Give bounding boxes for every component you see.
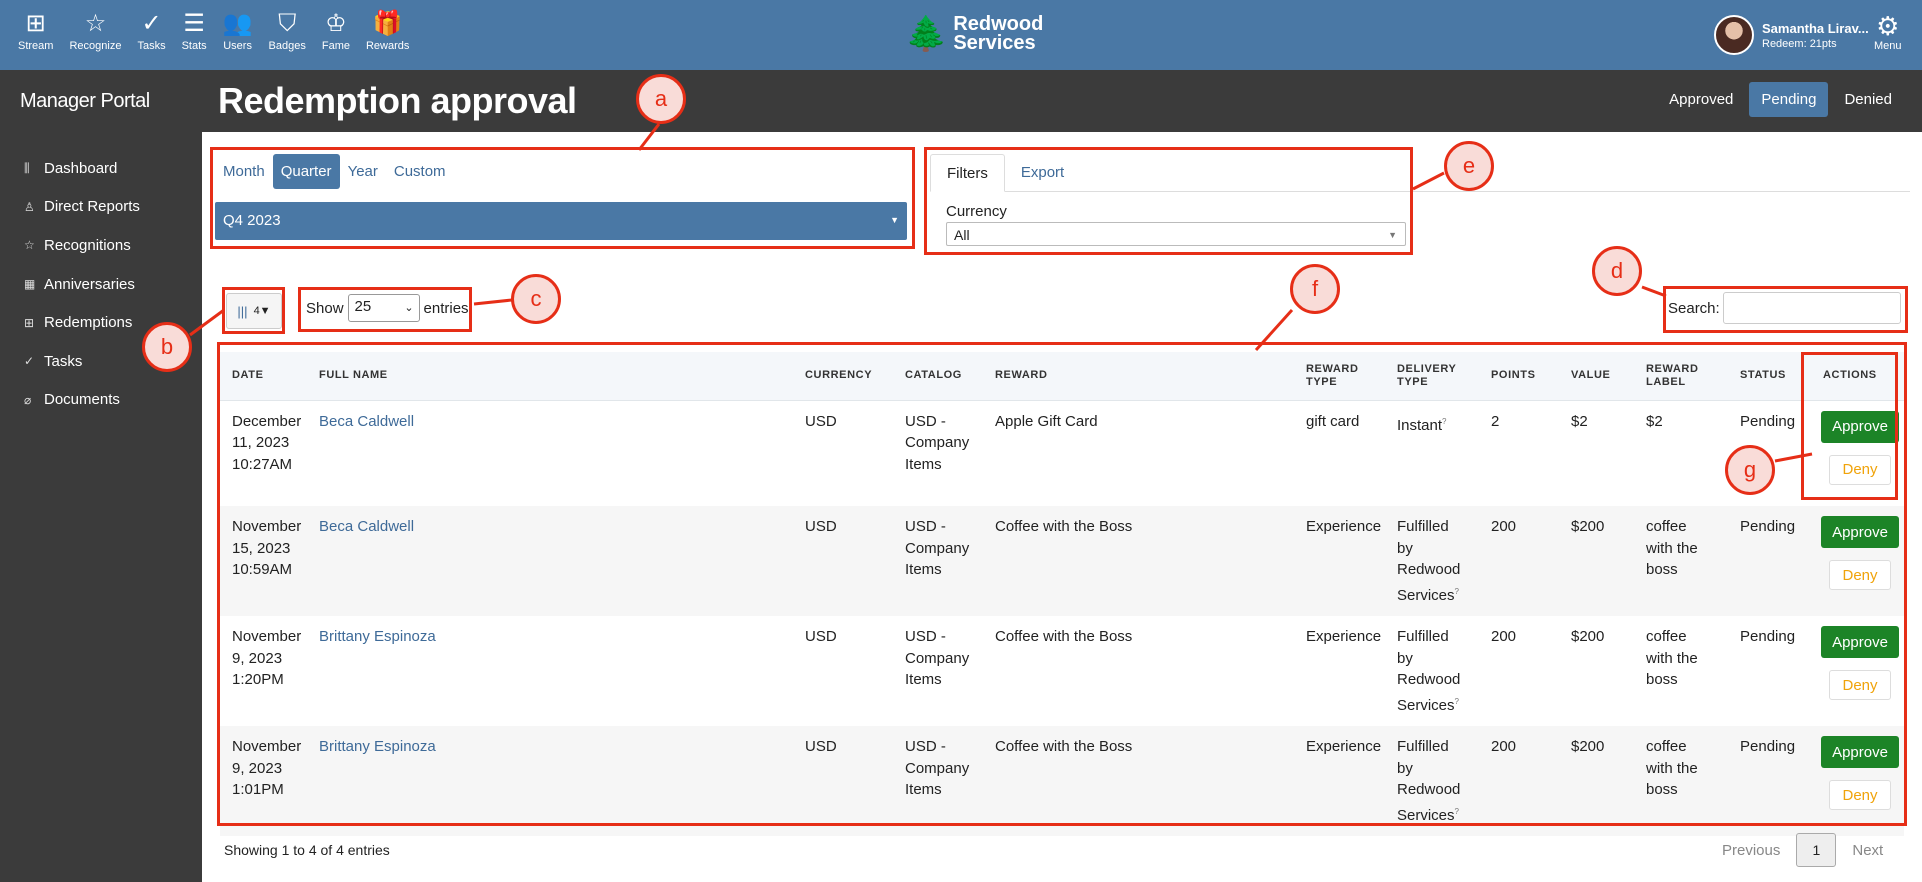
next-page-link[interactable]: Next (1836, 842, 1899, 859)
annotation-marker-e: e (1444, 141, 1494, 191)
pagination: Previous 1 Next (1706, 833, 1899, 867)
tab-pending[interactable]: Pending (1749, 82, 1829, 117)
sidebar: Manager Portal ⫼ Dashboard ♙ Direct Reports… (0, 70, 202, 882)
sidebar-item-dashboard[interactable]: ⫼ Dashboard (24, 149, 140, 188)
nav-item-tasks[interactable]: ✓ Tasks (129, 10, 173, 52)
award-icon: ♔ (325, 10, 347, 37)
user-name: Samantha Lirav... (1762, 20, 1869, 36)
tab-approved[interactable]: Approved (1657, 82, 1745, 117)
annotation-box-e (924, 147, 1413, 255)
sidebar-item-recognitions[interactable]: ☆ Recognitions (24, 226, 140, 265)
sidebar-item-redemptions[interactable]: ⊞ Redemptions (24, 303, 140, 342)
nav-item-label: Users (223, 40, 252, 52)
nav-item-badges[interactable]: ⛉ Badges (261, 10, 314, 52)
gift-icon: 🎁 (372, 10, 403, 37)
annotation-box-g (1801, 352, 1898, 500)
annotation-marker-f: f (1290, 264, 1340, 314)
sidebar-item-label: Redemptions (44, 314, 133, 332)
nav-item-stats[interactable]: ☰ Stats (174, 10, 215, 52)
page-1-button[interactable]: 1 (1796, 833, 1837, 867)
star-icon: ☆ (24, 238, 35, 253)
top-nav: ⊞ Stream ☆ Recognize ✓ Tasks ☰ Stats 👥 Users ⛉ Badg… (10, 10, 417, 52)
nav-item-label: Fame (321, 40, 350, 52)
portal-title: Manager Portal (20, 90, 150, 112)
annotation-marker-d: d (1592, 246, 1642, 296)
sidebar-item-label: Recognitions (44, 236, 131, 254)
page-header: Redemption approval Approved Pending Denie… (202, 70, 1922, 132)
sidebar-item-direct-reports[interactable]: ♙ Direct Reports (24, 188, 140, 227)
status-tabs: Approved Pending Denied (1653, 82, 1904, 117)
grid-icon: ⊞ (25, 10, 46, 37)
user-points: Redeem: 21pts (1762, 37, 1837, 50)
menu-label: Menu (1874, 40, 1902, 52)
nav-item-rewards[interactable]: 🎁 Rewards (358, 10, 417, 52)
annotation-marker-c: c (511, 274, 561, 324)
list-icon: ☰ (183, 10, 205, 37)
shield-icon: ⛉ (278, 10, 297, 37)
sidebar-item-anniversaries[interactable]: ▦ Anniversaries (24, 265, 140, 304)
users-icon: 👥 (222, 10, 253, 37)
table-info: Showing 1 to 4 of 4 entries (224, 842, 390, 858)
sidebar-item-documents[interactable]: ⌀ Documents (24, 381, 140, 420)
nav-item-stream[interactable]: ⊞ Stream (10, 10, 61, 52)
nav-item-recognize[interactable]: ☆ Recognize (61, 10, 129, 52)
nav-item-label: Recognize (69, 40, 122, 52)
avatar[interactable] (1714, 15, 1754, 55)
top-bar: ⊞ Stream ☆ Recognize ✓ Tasks ☰ Stats 👥 Users ⛉ Badg… (0, 0, 1922, 70)
sidebar-item-label: Documents (44, 391, 120, 409)
page-title: Redemption approval (218, 80, 577, 121)
nav-item-label: Badges (268, 40, 306, 52)
star-icon: ☆ (84, 10, 107, 37)
sidebar-item-label: Direct Reports (44, 198, 140, 216)
bar-chart-icon: ⫼ (24, 160, 30, 175)
brand-logo[interactable]: 🌲 Redwood Services (905, 14, 1043, 54)
sidebar-item-tasks[interactable]: ✓ Tasks (24, 342, 140, 381)
nav-item-label: Stats (181, 40, 207, 52)
nav-item-label: Tasks (137, 40, 166, 52)
user-icon: ♙ (24, 199, 35, 214)
nav-item-users[interactable]: 👥 Users (215, 10, 261, 52)
brand-line-2: Services (953, 32, 1036, 54)
previous-page-link[interactable]: Previous (1706, 842, 1796, 859)
user-profile[interactable]: Samantha Lirav... Redeem: 21pts (1714, 15, 1869, 55)
annotation-box-a (210, 147, 915, 249)
paperclip-icon: ⌀ (24, 392, 32, 407)
annotation-box-c (298, 287, 472, 332)
tab-denied[interactable]: Denied (1832, 82, 1904, 117)
calendar-icon: ▦ (24, 277, 36, 292)
nav-item-fame[interactable]: ♔ Fame (314, 10, 358, 52)
annotation-marker-a: a (636, 74, 686, 124)
annotation-marker-b: b (142, 322, 192, 372)
annotation-marker-g: g (1725, 445, 1775, 495)
sidebar-nav: ⫼ Dashboard ♙ Direct Reports ☆ Recognitions ▦ A… (24, 149, 140, 419)
annotation-box-f (217, 342, 1907, 826)
check-circle-icon: ✓ (141, 10, 162, 37)
sidebar-item-label: Dashboard (44, 159, 118, 177)
annotation-box-b (222, 287, 285, 334)
annotation-box-d (1663, 286, 1908, 333)
check-circle-icon: ✓ (24, 354, 35, 369)
tree-icon: 🌲 (905, 15, 948, 53)
sidebar-item-label: Tasks (44, 352, 83, 370)
nav-item-label: Rewards (365, 40, 410, 52)
sidebar-item-label: Anniversaries (44, 275, 135, 293)
gear-icon: ⚙ (1876, 11, 1900, 41)
gift-icon: ⊞ (24, 315, 35, 330)
nav-item-label: Stream (18, 40, 54, 52)
menu-button[interactable]: ⚙ Menu (1874, 12, 1902, 52)
